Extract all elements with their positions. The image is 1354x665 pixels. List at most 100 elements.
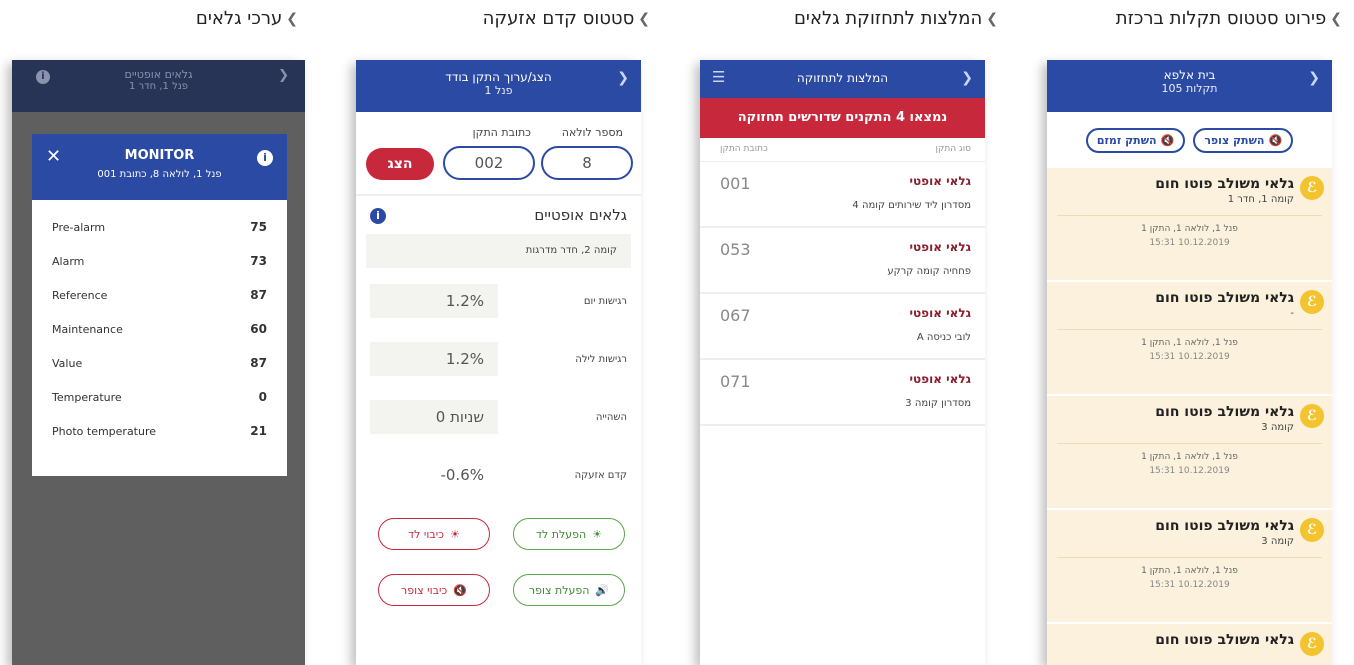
fault-timestamp: 10.12.2019 15:31 bbox=[1149, 238, 1230, 248]
fault-card[interactable]: ℰ גלאי משולב פוטו חום - פנל 1, לולאה 1, … bbox=[1047, 282, 1332, 396]
buzzer-on-button[interactable]: 🔊 הפעלת צופר bbox=[513, 574, 625, 606]
header-title: גלאים אופטיים bbox=[124, 68, 193, 81]
monitor-row: Temperature 0 bbox=[32, 380, 287, 414]
chevron-right-icon: ❯ bbox=[278, 68, 289, 83]
speaker-icon: 🔊 bbox=[595, 583, 610, 597]
maintenance-row[interactable]: גלאי אופטי 001 מסדרון ליד שירותים קומה 4 bbox=[700, 162, 985, 228]
fault-card[interactable]: ℰ גלאי משולב פוטו חום קומה 3 פנל 1, לולא… bbox=[1047, 510, 1332, 624]
row-value: 0 bbox=[258, 390, 267, 404]
row-value: 21 bbox=[250, 424, 267, 438]
button-label: השתק צופר bbox=[1204, 133, 1265, 147]
fault-location: קומה 1, חדר 1 bbox=[1227, 194, 1294, 205]
button-label: כיבוי צופר bbox=[401, 583, 448, 597]
info-icon[interactable]: i bbox=[370, 208, 386, 224]
fault-location: קומה 3 bbox=[1261, 536, 1294, 547]
section-title-text: המלצות לתחזוקת גלאים bbox=[793, 8, 983, 29]
led-off-button[interactable]: ☀ כיבוי לד bbox=[378, 518, 490, 550]
device-description: מסדרון ליד שירותים קומה 4 bbox=[852, 200, 971, 211]
mute-buzzer-button[interactable]: 🔇 השתק צופר bbox=[1193, 127, 1294, 153]
monitor-row: Value 87 bbox=[32, 346, 287, 380]
section-title-maintenance: ❯ המלצות לתחזוקת גלאים bbox=[794, 8, 998, 29]
close-icon[interactable]: ✕ bbox=[46, 146, 61, 167]
monitor-row: Reference 87 bbox=[32, 278, 287, 312]
chevron-left-icon: ❯ bbox=[286, 10, 298, 27]
device-selector: מספר לולאה כתובת התקן 8 002 הצג bbox=[356, 112, 641, 196]
device-description: פחחיה קומה קרקע bbox=[887, 266, 971, 277]
section-title-text: ערכי גלאים bbox=[195, 8, 283, 29]
fault-timestamp: 10.12.2019 15:31 bbox=[1149, 352, 1230, 362]
sun-icon: ☀ bbox=[592, 527, 603, 541]
fault-address: פנל 1, לולאה 1, התקן 1 bbox=[1057, 557, 1322, 576]
device-type: גלאי אופטי bbox=[909, 372, 972, 386]
maintenance-row[interactable]: גלאי אופטי 053 פחחיה קומה קרקע bbox=[700, 228, 985, 294]
chevron-left-icon: ❯ bbox=[986, 10, 998, 27]
row-label: Photo temperature bbox=[52, 424, 157, 438]
device-address: 001 bbox=[720, 174, 751, 193]
buzzer-off-button[interactable]: 🔇 כיבוי צופר bbox=[378, 574, 490, 606]
section-title-pre-alarm: ❯ סטטוס קדם אזעקה bbox=[483, 8, 650, 29]
fault-address: פנל 1, לולאה 1, התקן 1 bbox=[1057, 443, 1322, 462]
fault-card[interactable]: ℰ גלאי משולב פוטו חום קומה 1, חדר 1 פנל … bbox=[1047, 168, 1332, 282]
mute-toolbar: 🔇 השתק צופר 🔇 השתק זמזם bbox=[1047, 112, 1332, 168]
monitor-modal: ✕ i MONITOR פנל 1, לולאה 8, כתובת 001 Pr… bbox=[32, 134, 287, 476]
fault-timestamp: 10.12.2019 15:31 bbox=[1149, 466, 1230, 476]
phone-pre-alarm: ❯ הצג/ערוך התקן בודד פנל 1 מספר לולאה כת… bbox=[356, 60, 641, 665]
speaker-mute-icon: 🔇 bbox=[453, 583, 467, 597]
modal-header: ✕ i MONITOR פנל 1, לולאה 8, כתובת 001 bbox=[32, 134, 287, 200]
show-button[interactable]: הצג bbox=[366, 148, 434, 180]
info-icon[interactable]: i bbox=[257, 150, 273, 166]
device-address: 067 bbox=[720, 306, 751, 325]
delay-label: השהייה bbox=[595, 412, 627, 423]
device-address: 053 bbox=[720, 240, 751, 259]
loop-number-input[interactable]: 8 bbox=[541, 146, 633, 180]
row-label: Maintenance bbox=[52, 322, 123, 336]
maintenance-row[interactable]: גלאי אופטי 071 מסדרון קומה 3 bbox=[700, 360, 985, 426]
modal-title: MONITOR bbox=[124, 148, 195, 163]
app-header: ☰ ❯ המלצות לתחזוקה bbox=[700, 60, 985, 98]
column-header-address: כתובת התקן bbox=[720, 144, 768, 154]
row-value: 75 bbox=[250, 220, 267, 234]
fault-icon: ℰ bbox=[1300, 518, 1324, 542]
info-icon: i bbox=[36, 70, 50, 84]
speaker-mute-icon: 🔇 bbox=[1160, 133, 1175, 147]
device-description: מסדרון קומה 3 bbox=[905, 398, 971, 409]
device-address-label: כתובת התקן bbox=[472, 126, 531, 139]
fault-icon: ℰ bbox=[1300, 404, 1324, 428]
maintenance-banner: נמצאו 4 התקנים שדורשים תחזוקה bbox=[700, 98, 985, 138]
fault-timestamp: 10.12.2019 15:31 bbox=[1149, 580, 1230, 590]
button-label: הפעלת צופר bbox=[528, 583, 590, 597]
section-title-fault-status: ❯ פירוט סטטוס תקלות ברכזת bbox=[1116, 8, 1342, 29]
monitor-row: Pre-alarm 75 bbox=[32, 210, 287, 244]
header-subtitle: פנל 1 bbox=[484, 84, 513, 97]
phone-maintenance: ☰ ❯ המלצות לתחזוקה נמצאו 4 התקנים שדורשי… bbox=[700, 60, 985, 665]
fault-card[interactable]: ℰ גלאי משולב פוטו חום קומה 3 פנל 1, לולא… bbox=[1047, 396, 1332, 510]
row-label: Value bbox=[52, 356, 83, 370]
row-value: 87 bbox=[250, 356, 267, 370]
row-label: Pre-alarm bbox=[52, 220, 106, 234]
device-address-input[interactable]: 002 bbox=[443, 146, 535, 180]
led-on-button[interactable]: ☀ הפעלת לד bbox=[513, 518, 625, 550]
hamburger-menu-icon[interactable]: ☰ bbox=[712, 68, 725, 86]
fault-icon: ℰ bbox=[1300, 176, 1324, 200]
app-header: ❯ בית אלפא תקלות 105 bbox=[1047, 60, 1332, 112]
device-address: 071 bbox=[720, 372, 751, 391]
device-type: גלאי אופטי bbox=[909, 306, 972, 320]
table-header: סוג התקן כתובת התקן bbox=[700, 138, 985, 162]
loop-number-label: מספר לולאה bbox=[561, 126, 623, 139]
header-title: המלצות לתחזוקה bbox=[796, 71, 889, 85]
speaker-mute-icon: 🔇 bbox=[1268, 133, 1283, 147]
fault-location: - bbox=[1290, 308, 1294, 319]
night-sensitivity-label: רגישות לילה bbox=[575, 354, 627, 365]
background-header: i ❯ גלאים אופטיים פנל 1, חדר 1 bbox=[12, 60, 305, 112]
row-value: 73 bbox=[250, 254, 267, 268]
pre-alarm-value: -0.6% bbox=[440, 466, 484, 484]
button-label: הפעלת לד bbox=[535, 527, 587, 541]
row-value: 60 bbox=[250, 322, 267, 336]
chevron-right-icon[interactable]: ❯ bbox=[961, 70, 973, 86]
mute-siren-button[interactable]: 🔇 השתק זמזם bbox=[1085, 127, 1186, 153]
monitor-row: Alarm 73 bbox=[32, 244, 287, 278]
fault-card[interactable]: ℰ גלאי משולב פוטו חום bbox=[1047, 624, 1332, 665]
maintenance-row[interactable]: גלאי אופטי 067 לובי כניסה A bbox=[700, 294, 985, 360]
app-header: ❯ הצג/ערוך התקן בודד פנל 1 bbox=[356, 60, 641, 112]
header-subtitle: פנל 1, חדר 1 bbox=[128, 81, 189, 92]
